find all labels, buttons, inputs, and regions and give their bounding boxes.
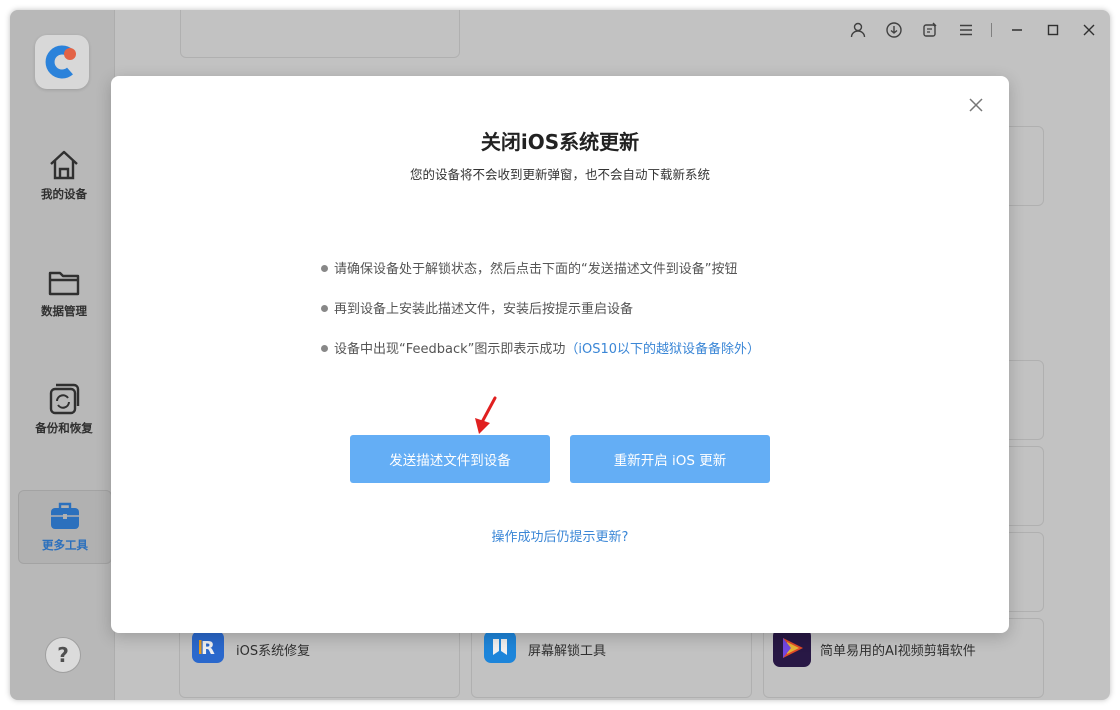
step-text: 再到设备上安装此描述文件，安装后按提示重启设备 — [334, 302, 634, 317]
bullet-icon — [321, 345, 328, 352]
close-icon — [969, 98, 983, 112]
send-profile-button[interactable]: 发送描述文件到设备 — [350, 435, 550, 483]
instruction-step: 再到设备上安装此描述文件，安装后按提示重启设备 — [321, 298, 633, 317]
step-note: （iOS10以下的越狱设备备除外） — [565, 342, 761, 357]
dialog-subtitle: 您的设备将不会收到更新弹窗，也不会自动下载新系统 — [409, 167, 710, 182]
dialog-close-button[interactable] — [965, 94, 987, 116]
instruction-step: 设备中出现“Feedback”图示即表示成功（iOS10以下的越狱设备备除外） — [321, 338, 760, 357]
red-arrow-icon — [475, 396, 497, 434]
bullet-icon — [321, 305, 328, 312]
step-text: 设备中出现“Feedback”图示即表示成功 — [334, 342, 566, 357]
step-text: 请确保设备处于解锁状态，然后点击下面的“发送描述文件到设备”按钮 — [334, 262, 738, 277]
still-prompting-help-link[interactable]: 操作成功后仍提示更新? — [111, 526, 1009, 545]
disable-ios-update-dialog: 关闭iOS系统更新 您的设备将不会收到更新弹窗，也不会自动下载新系统 请确保设备… — [111, 76, 1009, 633]
reenable-ios-update-button[interactable]: 重新开启 iOS 更新 — [570, 435, 770, 483]
app-window: 我的设备 数据管理 备份和恢复 更多工具 ? R iOS系统修复 屏幕解锁工具 … — [10, 10, 1110, 700]
instruction-step: 请确保设备处于解锁状态，然后点击下面的“发送描述文件到设备”按钮 — [321, 258, 737, 277]
bullet-icon — [321, 265, 328, 272]
dialog-title: 关闭iOS系统更新 — [480, 130, 640, 154]
